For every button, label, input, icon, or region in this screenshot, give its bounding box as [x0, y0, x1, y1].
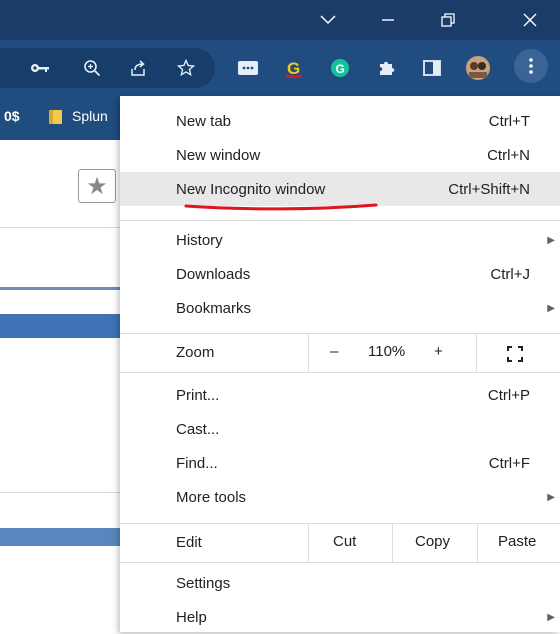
zoom-icon[interactable] — [74, 50, 110, 86]
page-banner — [0, 314, 120, 338]
menu-item-downloads[interactable]: Downloads Ctrl+J — [120, 257, 560, 291]
zoom-in-button[interactable]: + — [434, 343, 443, 360]
svg-text:G: G — [336, 62, 345, 76]
restore-icon[interactable] — [418, 0, 478, 40]
bookmark-star-icon[interactable] — [168, 50, 204, 86]
menu-separator — [120, 562, 560, 563]
menu-item-shortcut: Ctrl+F — [488, 454, 530, 472]
menu-item-help[interactable]: Help ▶ — [120, 600, 560, 634]
zoom-level: 110% — [368, 343, 406, 360]
menu-item-label: Print... — [176, 386, 220, 404]
cut-button[interactable]: Cut — [333, 533, 356, 550]
menu-item-label: New Incognito window — [176, 180, 326, 198]
divider — [392, 524, 393, 562]
paste-button[interactable]: Paste — [498, 533, 536, 550]
menu-item-label: History — [176, 231, 223, 249]
menu-item-bookmarks[interactable]: Bookmarks ▶ — [120, 291, 560, 325]
menu-item-new-tab[interactable]: New tab Ctrl+T — [120, 104, 560, 138]
menu-item-cast[interactable]: Cast... — [120, 412, 560, 446]
toolbar: G G — [0, 40, 560, 96]
page-star-icon[interactable]: ★ — [78, 169, 116, 203]
submenu-arrow-icon: ▶ — [547, 611, 555, 623]
ext-dots-icon[interactable] — [230, 50, 266, 86]
zoom-label: Zoom — [176, 344, 215, 361]
key-icon[interactable] — [22, 50, 58, 86]
menu-item-settings[interactable]: Settings — [120, 566, 560, 600]
divider — [308, 524, 309, 562]
divider — [0, 492, 120, 493]
sidebar-icon[interactable] — [414, 50, 450, 86]
zoom-row: Zoom – 110% + — [120, 334, 560, 372]
divider — [308, 334, 309, 372]
bookmark-item[interactable]: 0$ — [4, 108, 20, 124]
menu-item-find[interactable]: Find... Ctrl+F — [120, 446, 560, 480]
folder-icon — [48, 109, 64, 130]
share-icon[interactable] — [120, 50, 156, 86]
page-banner — [0, 528, 120, 546]
copy-button[interactable]: Copy — [415, 533, 450, 550]
close-icon[interactable] — [500, 0, 560, 40]
menu-item-shortcut: Ctrl+J — [490, 265, 530, 283]
chevron-down-icon[interactable] — [298, 0, 358, 40]
profile-avatar[interactable] — [460, 50, 496, 86]
menu-item-label: Help — [176, 608, 207, 626]
menu-item-shortcut: Ctrl+N — [487, 146, 530, 164]
menu-item-print[interactable]: Print... Ctrl+P — [120, 378, 560, 412]
grammarly-icon[interactable]: G — [322, 50, 358, 86]
menu-item-shortcut: Ctrl+P — [487, 386, 530, 404]
menu-kebab-icon[interactable] — [514, 49, 548, 83]
menu-item-label: More tools — [176, 488, 247, 506]
bookmark-folder-splunk[interactable]: Splun — [72, 108, 108, 124]
divider — [0, 287, 120, 290]
menu-separator — [120, 220, 560, 221]
ext-g-icon[interactable]: G — [276, 50, 312, 86]
minimize-icon[interactable] — [358, 0, 418, 40]
red-underline-annotation — [184, 203, 378, 211]
menu-separator — [120, 372, 560, 373]
menu-item-label: Cast... — [176, 420, 220, 438]
fullscreen-icon[interactable] — [507, 346, 523, 366]
menu-item-history[interactable]: History ▶ — [120, 223, 560, 257]
divider — [477, 524, 478, 562]
chrome-menu: New tab Ctrl+T New window Ctrl+N New Inc… — [120, 96, 560, 632]
edit-label: Edit — [176, 534, 202, 551]
menu-item-new-window[interactable]: New window Ctrl+N — [120, 138, 560, 172]
submenu-arrow-icon: ▶ — [547, 491, 555, 503]
menu-item-more-tools[interactable]: More tools ▶ — [120, 480, 560, 514]
edit-row: Edit Cut Copy Paste — [120, 524, 560, 562]
menu-item-label: New window — [176, 146, 261, 164]
zoom-out-button[interactable]: – — [330, 343, 338, 360]
menu-item-label: Settings — [176, 574, 231, 592]
submenu-arrow-icon: ▶ — [547, 234, 555, 246]
divider — [0, 227, 120, 228]
divider — [476, 334, 477, 372]
menu-item-label: Find... — [176, 454, 218, 472]
menu-item-label: New tab — [176, 112, 232, 130]
menu-item-label: Downloads — [176, 265, 251, 283]
menu-item-shortcut: Ctrl+T — [488, 112, 530, 130]
title-bar — [0, 0, 560, 40]
submenu-arrow-icon: ▶ — [547, 302, 555, 314]
menu-item-shortcut: Ctrl+Shift+N — [448, 180, 530, 198]
extensions-puzzle-icon[interactable] — [368, 50, 404, 86]
menu-item-label: Bookmarks — [176, 299, 252, 317]
